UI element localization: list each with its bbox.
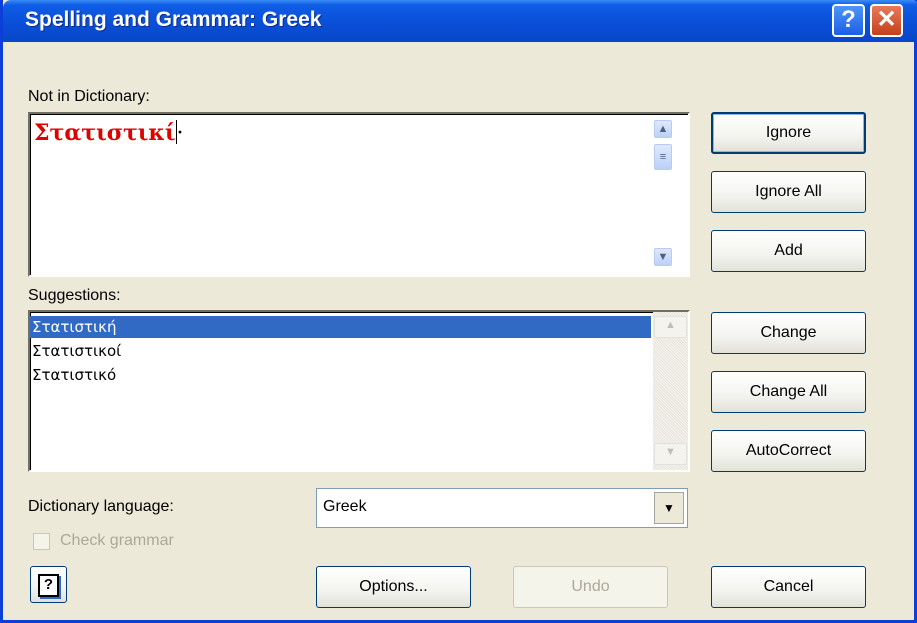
check-grammar-label: Check grammar (60, 532, 174, 549)
ignore-button[interactable]: Ignore (711, 112, 866, 154)
help-title-button[interactable]: ? (832, 4, 865, 37)
suggestion-item[interactable]: Στατιστικό (30, 364, 651, 386)
suggestion-item[interactable]: Στατιστική (30, 316, 651, 338)
scroll-up-icon[interactable]: ▲ (654, 316, 687, 338)
scroll-thumb[interactable]: ≡ (654, 144, 672, 170)
ignore-all-button[interactable]: Ignore All (711, 171, 866, 213)
suggestions-label: Suggestions: (28, 287, 121, 304)
text-scrollbar[interactable]: ▲ ≡ ▼ (653, 114, 673, 275)
cancel-button[interactable]: Cancel (711, 566, 866, 608)
dictionary-language-select[interactable]: Greek ▼ (316, 488, 688, 528)
undo-button: Undo (513, 566, 668, 608)
trailing-mark: · (176, 121, 184, 146)
change-button[interactable]: Change (711, 312, 866, 354)
scroll-down-icon[interactable]: ▼ (654, 248, 672, 266)
not-in-dictionary-textbox[interactable]: Στατιστικί· ▲ ≡ ▼ (28, 112, 690, 277)
title-bar[interactable]: Spelling and Grammar: Greek ? ✕ (3, 0, 917, 42)
misspelled-word: Στατιστικί (34, 120, 176, 146)
suggestions-list[interactable]: Στατιστική Στατιστικοί Στατιστικό ▲ ▼ (28, 310, 690, 472)
dictionary-language-label: Dictionary language: (28, 498, 174, 515)
scroll-down-icon[interactable]: ▼ (654, 443, 687, 465)
change-all-button[interactable]: Change All (711, 371, 866, 413)
close-button[interactable]: ✕ (870, 4, 903, 37)
spelling-dialog: Spelling and Grammar: Greek ? ✕ Not in D… (0, 0, 917, 623)
suggestion-item[interactable]: Στατιστικοί (30, 340, 651, 362)
check-grammar-checkbox (33, 533, 50, 550)
dictionary-language-value: Greek (323, 498, 367, 515)
dialog-title: Spelling and Grammar: Greek (25, 8, 322, 31)
help-button[interactable]: ? (30, 566, 67, 603)
autocorrect-button[interactable]: AutoCorrect (711, 430, 866, 472)
add-button[interactable]: Add (711, 230, 866, 272)
not-in-dictionary-label: Not in Dictionary: (28, 88, 150, 105)
help-icon: ? (38, 574, 59, 597)
options-button[interactable]: Options... (316, 566, 471, 608)
chevron-down-icon[interactable]: ▼ (654, 492, 684, 524)
scroll-up-icon[interactable]: ▲ (654, 120, 672, 138)
suggestions-scrollbar[interactable]: ▲ ▼ (653, 312, 688, 470)
